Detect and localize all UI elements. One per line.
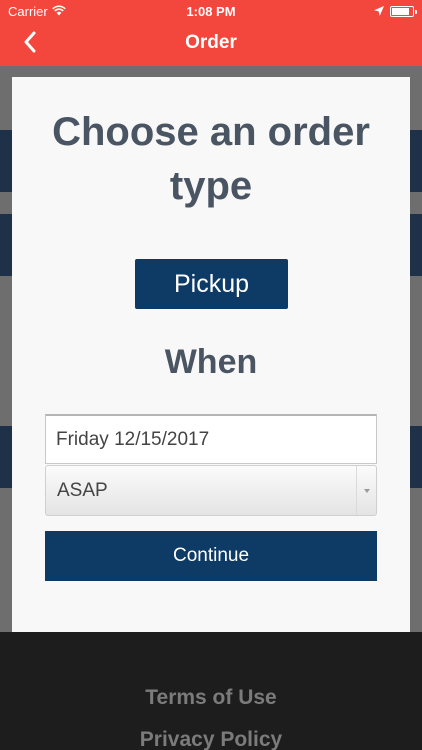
time-select-value: ASAP (57, 480, 108, 501)
order-type-modal: Choose an order type Pickup When ASAP Co… (12, 77, 410, 632)
location-arrow-icon (374, 4, 384, 19)
terms-of-use-link[interactable]: Terms of Use (0, 686, 422, 710)
pickup-button[interactable]: Pickup (135, 259, 288, 309)
status-time: 1:08 PM (186, 4, 236, 19)
continue-button[interactable]: Continue (45, 531, 377, 581)
header: Carrier 1:08 PM Order (0, 0, 422, 66)
page-title: Order (185, 32, 237, 53)
when-heading: When (164, 343, 258, 381)
date-field[interactable] (45, 414, 377, 464)
modal-title: Choose an order type (52, 110, 370, 208)
privacy-policy-link[interactable]: Privacy Policy (0, 728, 422, 750)
status-bar: Carrier 1:08 PM (0, 0, 422, 22)
time-select[interactable]: ASAP (45, 465, 377, 516)
navigation-bar: Order (0, 22, 422, 66)
dropdown-arrow-icon (356, 466, 376, 515)
status-indicators (374, 4, 417, 19)
footer: Terms of Use Privacy Policy (0, 632, 422, 750)
battery-icon (390, 6, 417, 17)
